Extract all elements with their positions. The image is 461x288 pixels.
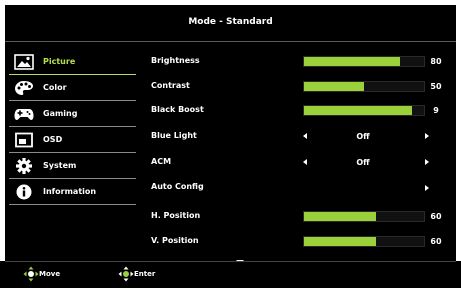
v-position-slider-fill xyxy=(304,237,376,246)
blue-light-label: Blue Light xyxy=(151,131,197,140)
enter-hint-label: Enter xyxy=(134,270,156,278)
title-bar: Mode - Standard xyxy=(5,5,456,42)
h-position-slider-fill xyxy=(304,212,376,221)
auto-config-right-arrow-icon[interactable] xyxy=(425,185,429,191)
acm-label: ACM xyxy=(151,157,172,166)
sidebar-item-information[interactable]: Information xyxy=(9,180,136,205)
mode-title: Mode - Standard xyxy=(188,17,273,27)
sidebar-item-label: Information xyxy=(43,187,97,196)
move-hint-label: Move xyxy=(39,270,61,278)
h-position-value: 60 xyxy=(430,212,442,221)
auto-config-label[interactable]: Auto Config xyxy=(151,182,204,191)
acm-value[interactable]: Off xyxy=(335,158,391,167)
black-boost-slider[interactable] xyxy=(303,105,425,116)
gear-icon xyxy=(16,158,32,174)
blue-light-value[interactable]: Off xyxy=(335,132,391,141)
black-boost-label: Black Boost xyxy=(151,105,204,114)
acm-left-arrow-icon[interactable] xyxy=(303,159,307,165)
sidebar-item-label: System xyxy=(43,161,77,170)
black-boost-value: 9 xyxy=(433,106,439,115)
osd-window-icon xyxy=(15,132,33,148)
enter-joystick-icon xyxy=(118,266,134,282)
picture-icon xyxy=(14,54,34,70)
v-position-value: 60 xyxy=(430,237,442,246)
blue-light-right-arrow-icon[interactable] xyxy=(425,133,429,139)
move-joystick-icon xyxy=(23,266,39,282)
contrast-value: 50 xyxy=(430,82,442,91)
h-position-slider[interactable] xyxy=(303,211,425,222)
sidebar-item-label: Color xyxy=(43,83,67,92)
sidebar-item-osd[interactable]: OSD xyxy=(9,128,136,153)
sidebar-item-color[interactable]: Color xyxy=(9,76,136,101)
blue-light-left-arrow-icon[interactable] xyxy=(303,133,307,139)
osd-menu: Mode - Standard Picture Color Gaming OSD… xyxy=(5,5,456,278)
sidebar-item-label: OSD xyxy=(43,135,63,144)
gamepad-icon xyxy=(14,109,34,120)
brightness-slider[interactable] xyxy=(303,56,425,67)
info-icon xyxy=(16,184,32,200)
sidebar-item-label: Gaming xyxy=(43,109,78,118)
v-position-label: V. Position xyxy=(151,236,199,245)
brightness-slider-fill xyxy=(304,57,400,66)
sidebar-item-gaming[interactable]: Gaming xyxy=(9,102,136,127)
contrast-slider-fill xyxy=(304,82,364,91)
brightness-value: 80 xyxy=(430,57,442,66)
contrast-slider[interactable] xyxy=(303,81,425,92)
v-position-slider[interactable] xyxy=(303,236,425,247)
sidebar-item-picture[interactable]: Picture xyxy=(9,50,136,75)
acm-right-arrow-icon[interactable] xyxy=(425,159,429,165)
black-boost-slider-fill xyxy=(304,106,412,115)
sidebar-item-system[interactable]: System xyxy=(9,154,136,179)
footer-hints: Move Enter xyxy=(0,261,461,288)
palette-icon xyxy=(15,81,33,95)
footer-divider xyxy=(5,261,456,262)
brightness-label: Brightness xyxy=(151,56,200,65)
contrast-label: Contrast xyxy=(151,81,190,90)
sidebar-item-label: Picture xyxy=(43,57,76,66)
h-position-label: H. Position xyxy=(151,211,201,220)
